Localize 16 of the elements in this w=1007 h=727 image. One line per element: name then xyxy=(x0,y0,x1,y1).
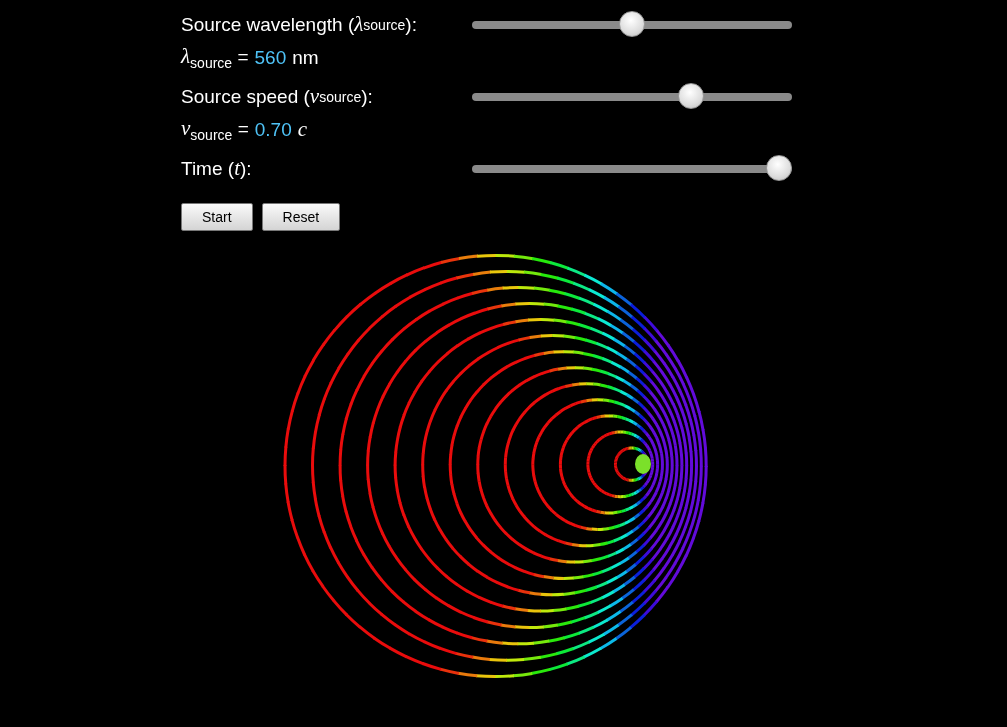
slider-thumb[interactable] xyxy=(766,154,792,181)
slider[interactable] xyxy=(472,82,792,111)
slider-thumb[interactable] xyxy=(677,82,704,109)
slider-label: Time (t): xyxy=(181,155,253,182)
readout-unit: c xyxy=(297,117,308,142)
start-button[interactable]: Start xyxy=(181,203,253,231)
readout-symbol: λ$_{source}$ = xyxy=(181,44,249,71)
readout-symbol: v$_{source}$ = xyxy=(181,116,249,143)
slider[interactable] xyxy=(472,10,792,39)
slider-thumb[interactable] xyxy=(619,10,645,37)
source-dot xyxy=(635,454,651,474)
readout-unit: nm xyxy=(292,46,319,69)
readout-value: 560 xyxy=(254,46,287,69)
readout-value: 0.70 xyxy=(254,118,292,141)
slider[interactable] xyxy=(472,154,792,183)
reset-button[interactable]: Reset xyxy=(261,203,341,231)
